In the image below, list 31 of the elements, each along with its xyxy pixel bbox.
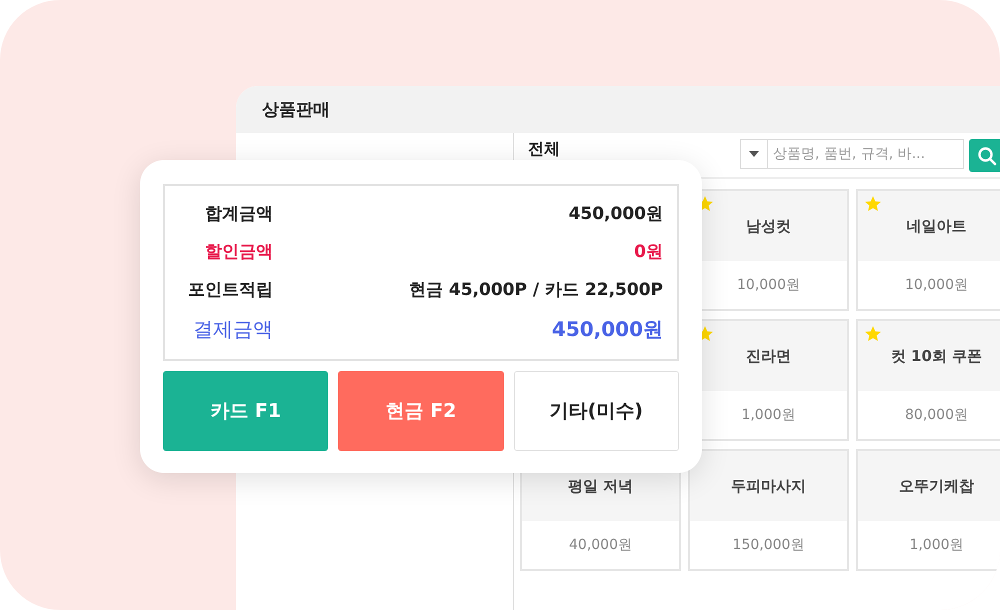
product-name: 두피마사지 <box>690 451 847 521</box>
product-name: 오뚜기케찹 <box>858 451 1000 521</box>
product-price: 40,000원 <box>568 536 633 555</box>
product-card[interactable]: 오뚜기케찹 1,000원 <box>856 449 1000 571</box>
dropdown-button[interactable] <box>740 139 768 169</box>
category-title: 전체 <box>528 139 560 160</box>
search-field[interactable]: 상품명, 품번, 규격, 바... <box>768 139 964 169</box>
caret-icon <box>749 151 759 157</box>
summary-label: 할인금액 <box>204 240 273 263</box>
product-price: 80,000원 <box>904 406 969 425</box>
product-price: 150,000원 <box>732 536 806 555</box>
window-title: 상품판매 <box>262 99 330 121</box>
search-icon <box>976 146 996 166</box>
summary-value: 450,000원 <box>568 202 663 225</box>
product-price: 1,000원 <box>740 406 797 425</box>
product-card[interactable]: 컷 10회 쿠폰 80,000원 <box>856 319 1000 441</box>
product-price: 10,000원 <box>904 276 969 295</box>
product-card[interactable]: 네일아트 10,000원 <box>856 189 1000 311</box>
summary-label: 합계금액 <box>204 202 273 225</box>
product-price: 1,000원 <box>908 536 965 555</box>
summary-label: 결제금액 <box>192 316 273 344</box>
product-name: 컷 10회 쿠폰 <box>858 321 1000 391</box>
search-button[interactable] <box>969 139 1000 172</box>
summary-value: 0원 <box>633 240 663 263</box>
product-card[interactable]: 두피마사지 150,000원 <box>688 449 849 571</box>
summary-value: 현금 45,000P / 카드 22,500P <box>408 279 663 302</box>
product-name: 네일아트 <box>858 191 1000 261</box>
summary-label: 포인트적립 <box>187 279 273 302</box>
payment-button[interactable]: 기타(미수) <box>514 371 679 451</box>
summary-value: 450,000원 <box>550 316 663 344</box>
product-price: 10,000원 <box>736 276 801 295</box>
